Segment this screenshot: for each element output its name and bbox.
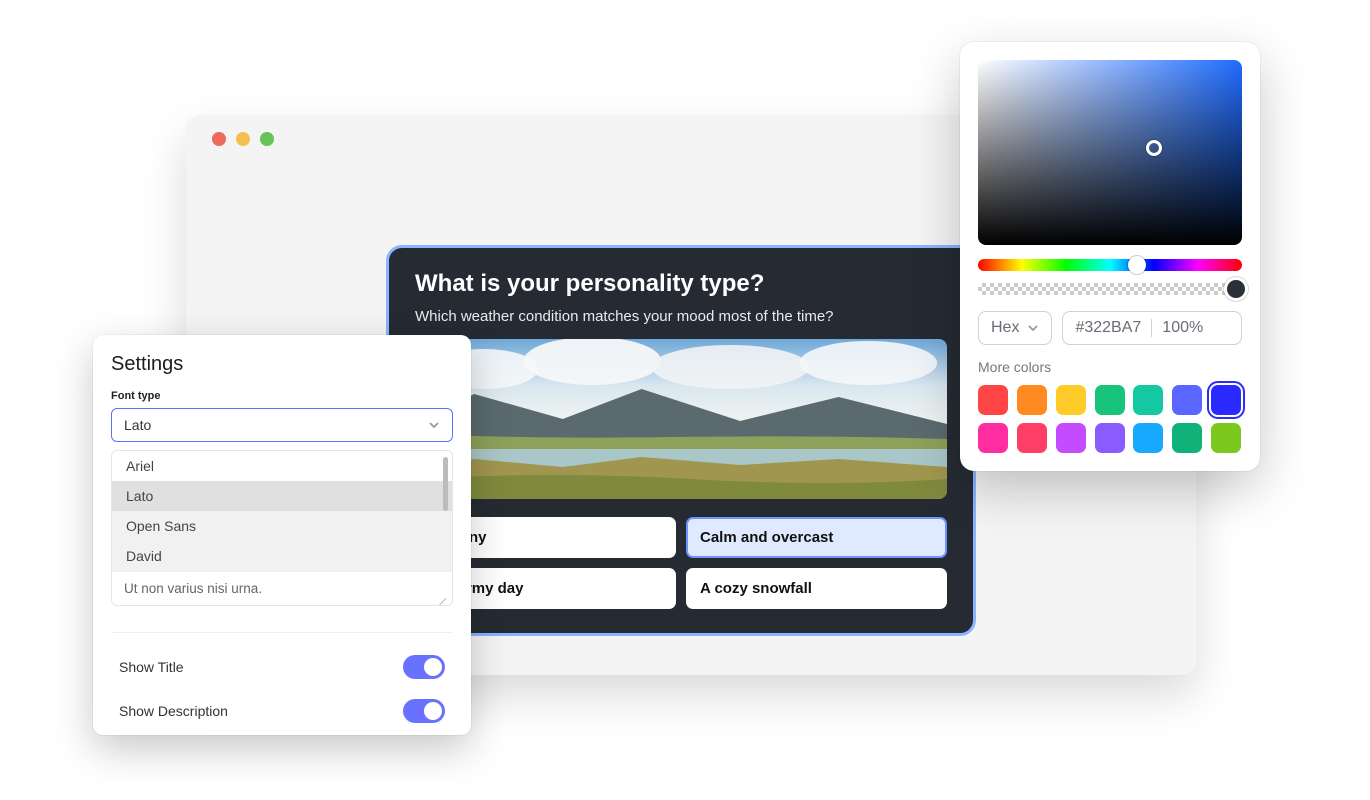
quiz-options: d sunny Calm and overcast A stormy day A… bbox=[415, 517, 947, 609]
text-input-value: Ut non varius nisi urna. bbox=[124, 581, 262, 596]
quiz-subtitle: Which weather condition matches your moo… bbox=[415, 308, 947, 325]
show-title-label: Show Title bbox=[119, 659, 184, 675]
alpha-slider[interactable] bbox=[978, 283, 1242, 295]
swatch-grid bbox=[978, 385, 1242, 453]
font-option[interactable]: Open Sans bbox=[112, 511, 452, 541]
minimize-window-icon[interactable] bbox=[236, 132, 250, 146]
resize-handle-icon[interactable] bbox=[436, 591, 446, 601]
alpha-thumb-icon[interactable] bbox=[1227, 280, 1245, 298]
sv-cursor-icon[interactable] bbox=[1146, 140, 1162, 156]
settings-title: Settings bbox=[111, 353, 453, 376]
color-swatch[interactable] bbox=[1056, 423, 1086, 453]
scrollbar[interactable] bbox=[443, 457, 448, 511]
color-swatch[interactable] bbox=[1172, 385, 1202, 415]
font-select[interactable]: Lato bbox=[111, 408, 453, 442]
font-option[interactable]: David bbox=[112, 541, 452, 571]
color-swatch[interactable] bbox=[1017, 385, 1047, 415]
font-dropdown: Ariel Lato Open Sans David Ut non varius… bbox=[111, 450, 453, 606]
quiz-option[interactable]: A cozy snowfall bbox=[686, 568, 947, 609]
quiz-card: What is your personality type? Which wea… bbox=[386, 245, 976, 636]
divider bbox=[111, 632, 453, 633]
font-type-label: Font type bbox=[111, 390, 453, 402]
color-swatch[interactable] bbox=[1017, 423, 1047, 453]
color-swatch[interactable] bbox=[978, 423, 1008, 453]
hue-slider[interactable] bbox=[978, 259, 1242, 271]
show-description-toggle[interactable] bbox=[403, 699, 445, 723]
hex-value: #322BA7 bbox=[1075, 319, 1141, 337]
hex-input[interactable]: #322BA7 100% bbox=[1062, 311, 1242, 345]
color-swatch[interactable] bbox=[1095, 385, 1125, 415]
maximize-window-icon[interactable] bbox=[260, 132, 274, 146]
more-colors-label: More colors bbox=[978, 359, 1242, 375]
color-mode-value: Hex bbox=[991, 319, 1019, 337]
color-swatch[interactable] bbox=[1056, 385, 1086, 415]
color-picker-panel: Hex #322BA7 100% More colors bbox=[960, 42, 1260, 471]
color-swatch[interactable] bbox=[1133, 423, 1163, 453]
divider bbox=[1151, 319, 1152, 337]
alpha-value: 100% bbox=[1162, 319, 1203, 337]
font-select-value: Lato bbox=[124, 417, 151, 433]
show-description-label: Show Description bbox=[119, 703, 228, 719]
quiz-image bbox=[415, 339, 947, 499]
saturation-value-area[interactable] bbox=[978, 60, 1242, 245]
text-input[interactable]: Ut non varius nisi urna. bbox=[112, 571, 452, 605]
color-swatch[interactable] bbox=[1211, 423, 1241, 453]
quiz-option[interactable]: Calm and overcast bbox=[686, 517, 947, 558]
color-swatch[interactable] bbox=[1133, 385, 1163, 415]
chevron-down-icon bbox=[1027, 322, 1039, 334]
color-swatch[interactable] bbox=[1172, 423, 1202, 453]
chevron-down-icon bbox=[428, 419, 440, 431]
hue-thumb-icon[interactable] bbox=[1128, 256, 1146, 274]
font-option[interactable]: Ariel bbox=[112, 451, 452, 481]
color-swatch[interactable] bbox=[1211, 385, 1241, 415]
show-description-row: Show Description bbox=[111, 689, 453, 733]
color-swatch[interactable] bbox=[1095, 423, 1125, 453]
show-title-toggle[interactable] bbox=[403, 655, 445, 679]
font-option[interactable]: Lato bbox=[112, 481, 452, 511]
color-swatch[interactable] bbox=[978, 385, 1008, 415]
color-mode-select[interactable]: Hex bbox=[978, 311, 1052, 345]
show-title-row: Show Title bbox=[111, 645, 453, 689]
settings-panel: Settings Font type Lato Ariel Lato Open … bbox=[93, 335, 471, 735]
quiz-title: What is your personality type? bbox=[415, 270, 947, 298]
close-window-icon[interactable] bbox=[212, 132, 226, 146]
